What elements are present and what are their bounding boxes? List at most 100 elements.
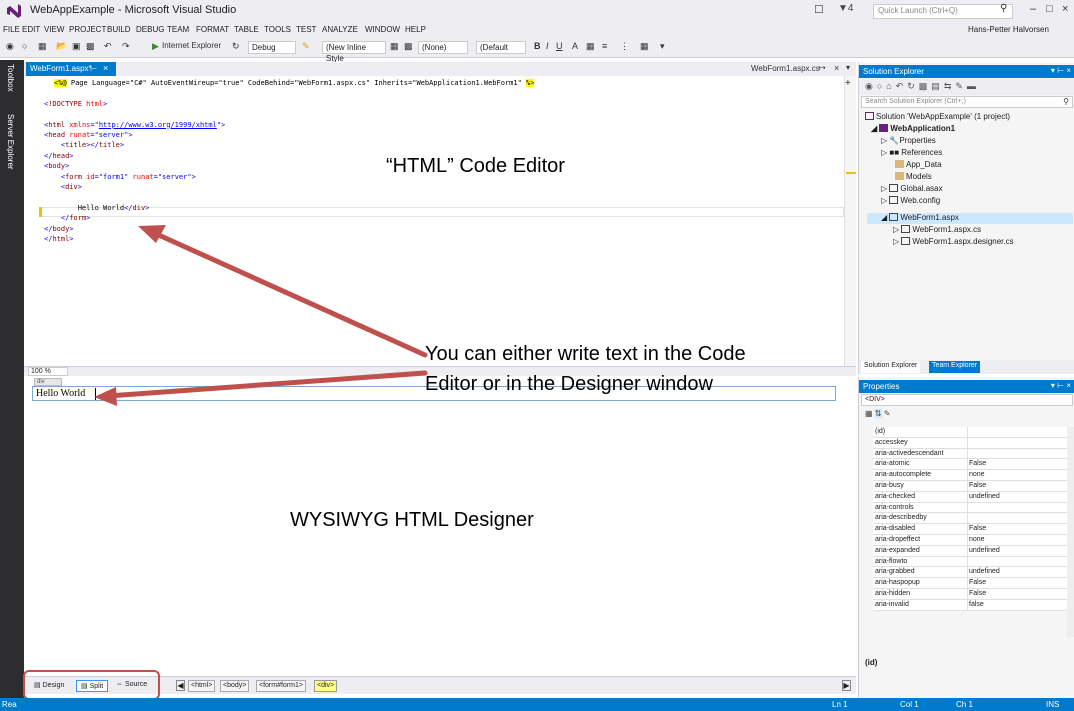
property-row[interactable]: aria-flowto (873, 556, 1067, 568)
property-value[interactable]: none (969, 536, 985, 543)
code-line[interactable]: </head> (44, 152, 74, 160)
toolbar-options-icon[interactable]: ▾ (660, 41, 665, 52)
code-line[interactable]: <html xmlns="http://www.w3.org/1999/xhtm… (44, 121, 225, 129)
tree-item-app-data[interactable]: App_Data (895, 160, 942, 169)
property-row[interactable]: aria-checked undefined (873, 491, 1067, 503)
code-line[interactable]: <!DOCTYPE html> (44, 100, 107, 108)
solution-search-input[interactable]: Search Solution Explorer (Ctrl+;) ⚲ (861, 96, 1073, 108)
breadcrumb-scroll-right-icon[interactable]: ▶ (842, 680, 851, 691)
breadcrumb-form[interactable]: <form#form1> (256, 680, 306, 692)
property-row[interactable]: aria-describedby (873, 513, 1067, 525)
alphabetical-icon[interactable]: ⇅ (874, 409, 882, 418)
menu-view[interactable]: VIEW (44, 25, 64, 34)
new-project-icon[interactable]: ▦ (38, 41, 47, 52)
refresh-icon[interactable]: ↻ (232, 41, 240, 52)
undo-icon[interactable]: ↶ (104, 41, 112, 52)
menu-help[interactable]: HELP (405, 25, 426, 34)
categorized-icon[interactable]: ▦ (865, 409, 873, 418)
config-dropdown[interactable]: Debug (248, 41, 296, 54)
property-value[interactable]: False (969, 590, 986, 597)
quick-launch-input[interactable]: Quick Launch (Ctrl+Q) (873, 4, 1013, 19)
target-rule-icon[interactable]: ▩ (404, 41, 413, 52)
property-value[interactable]: False (969, 579, 986, 586)
code-line[interactable]: </form> (44, 214, 91, 222)
tree-item-webform1-aspx-cs[interactable]: ▷ WebForm1.aspx.cs (893, 225, 981, 234)
breadcrumb-scroll-left-icon[interactable]: ◀ (176, 680, 185, 691)
property-row[interactable]: aria-hidden False (873, 588, 1067, 600)
breadcrumb-body[interactable]: <body> (220, 680, 250, 692)
code-line[interactable]: <head runat="server"> (44, 131, 133, 139)
underline-icon[interactable]: U (556, 41, 563, 51)
designer-text[interactable]: Hello World (36, 388, 85, 399)
tree-item-webform1-designer-cs[interactable]: ▷ WebForm1.aspx.designer.cs (893, 237, 1014, 246)
property-row[interactable]: aria-autocomplete none (873, 470, 1067, 481)
menu-build[interactable]: BUILD (107, 25, 131, 34)
close-icon[interactable]: × (1062, 3, 1068, 15)
menu-file[interactable]: FILE (3, 25, 20, 34)
property-row[interactable]: aria-activedescendant (873, 448, 1067, 460)
property-scrollbar[interactable] (1067, 427, 1074, 637)
font-dropdown[interactable]: (Default (476, 41, 526, 54)
property-row[interactable]: aria-haspopup False (873, 578, 1067, 589)
menu-project[interactable]: PROJECT (69, 25, 106, 34)
properties-page-icon[interactable]: ✎ (884, 409, 891, 418)
italic-icon[interactable]: I (546, 41, 549, 51)
pin-icon[interactable]: ↦ (819, 63, 826, 72)
breadcrumb-div[interactable]: <div> (314, 680, 338, 692)
search-icon[interactable]: ⚲ (1000, 3, 1007, 14)
solution-toolbar[interactable]: ◉○⌂↶↻▩▤⇆✎▬ (859, 79, 1074, 95)
tree-item-project[interactable]: ◢ WebApplication1 (871, 124, 955, 133)
property-value[interactable]: undefined (969, 547, 1000, 554)
code-line[interactable]: <body> (44, 162, 69, 170)
property-row[interactable]: aria-dropeffect none (873, 534, 1067, 546)
pin-icon[interactable]: ⊢ (90, 64, 97, 73)
browser-selector[interactable]: Internet Explorer (162, 41, 221, 50)
menu-edit[interactable]: EDIT (22, 25, 40, 34)
property-row[interactable]: (id) (873, 427, 1067, 438)
save-all-icon[interactable]: ▩ (86, 41, 95, 52)
split-window-icon[interactable]: + (845, 78, 851, 89)
property-row[interactable]: accesskey (873, 437, 1067, 449)
bold-icon[interactable]: B (534, 41, 541, 51)
zoom-dropdown[interactable]: 100 % (28, 367, 68, 376)
property-row[interactable]: aria-grabbed undefined (873, 567, 1067, 579)
property-object-selector[interactable]: <DIV> (861, 394, 1073, 406)
bullets-icon[interactable]: ⋮ (620, 41, 629, 52)
property-value[interactable]: False (969, 482, 986, 489)
property-value[interactable]: False (969, 460, 986, 467)
tree-item-models[interactable]: Models (895, 172, 932, 181)
format-brush-icon[interactable]: ✎ (302, 41, 310, 52)
menu-team[interactable]: TEAM (167, 25, 189, 34)
align-icon[interactable]: ≡ (602, 41, 607, 51)
close-tab-icon[interactable]: × (103, 63, 108, 73)
forward-icon[interactable]: ○ (22, 41, 27, 51)
property-value[interactable]: false (969, 601, 984, 608)
server-explorer-tab[interactable]: Server Explorer (6, 114, 15, 170)
code-editor[interactable]: <%@ Page Language="C#" AutoEventWireup="… (24, 76, 844, 366)
target-rule-dropdown[interactable]: (None) (418, 41, 468, 54)
menu-window[interactable]: WINDOW (365, 25, 400, 34)
highlight-icon[interactable]: ▦ (586, 41, 595, 52)
maximize-icon[interactable]: □ (1046, 3, 1053, 15)
redo-icon[interactable]: ↷ (122, 41, 130, 52)
code-line[interactable]: <%@ Page Language="C#" AutoEventWireup="… (54, 79, 535, 87)
back-icon[interactable]: ◉ (6, 41, 14, 52)
close-tab-icon[interactable]: × (834, 63, 839, 73)
tree-item-properties[interactable]: ▷ 🔧Properties (881, 136, 936, 145)
property-row[interactable]: aria-invalid false (873, 599, 1067, 611)
tab-webform1-aspx-cs[interactable]: WebForm1.aspx.cs (751, 64, 820, 73)
style-dropdown[interactable]: (New Inline Style (322, 41, 386, 63)
toolbox-tab[interactable]: Toolbox (6, 64, 15, 92)
minimize-icon[interactable]: – (1030, 3, 1036, 15)
tree-item-webform1-aspx[interactable]: ◢ WebForm1.aspx (881, 213, 959, 222)
menu-tools[interactable]: TOOLS (264, 25, 291, 34)
start-icon[interactable]: ▶ (152, 41, 159, 52)
code-line[interactable]: Hello World</div> (44, 204, 150, 212)
property-row[interactable]: aria-atomic False (873, 459, 1067, 471)
property-value[interactable]: False (969, 525, 986, 532)
feedback-filter-icon[interactable]: ▼4 (838, 3, 853, 14)
tree-item-references[interactable]: ▷ ■■ References (881, 148, 942, 157)
tab-solution-explorer[interactable]: Solution Explorer (861, 361, 921, 373)
user-name[interactable]: Hans-Petter Halvorsen (968, 25, 1049, 34)
tree-item-solution[interactable]: Solution 'WebAppExample' (1 project) (865, 112, 1010, 121)
